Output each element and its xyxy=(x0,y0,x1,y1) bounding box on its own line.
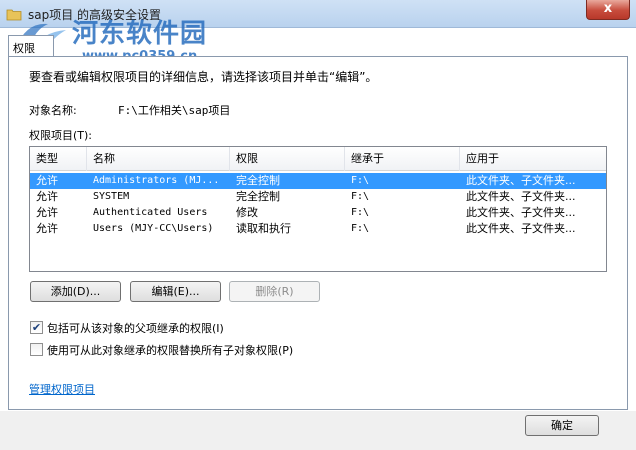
tab-permissions[interactable]: 权限 xyxy=(8,35,54,57)
row-permission: 读取和执行 xyxy=(236,222,291,235)
close-button[interactable]: x xyxy=(586,0,630,20)
permissions-header: 类型 名称 权限 继承于 应用于 xyxy=(30,147,606,171)
row-inherited-from: F:\ xyxy=(351,191,370,202)
tab-label: 权限 xyxy=(13,42,35,55)
row-name: Users (MJY-CC\Users) xyxy=(93,223,214,234)
row-permission: 完全控制 xyxy=(236,190,280,203)
row-inherited-from: F:\ xyxy=(351,207,370,218)
remove-button[interactable]: 删除(R) xyxy=(229,281,320,302)
row-applies-to: 此文件夹、子文件夹... xyxy=(466,190,576,203)
add-button[interactable]: 添加(D)... xyxy=(30,281,121,302)
column-header-permission[interactable]: 权限 xyxy=(230,147,345,171)
include-inheritable-checkbox[interactable]: ✔ xyxy=(30,321,43,334)
replace-child-label[interactable]: 使用可从此对象继承的权限替换所有子对象权限(P) xyxy=(47,342,293,358)
ok-button[interactable]: 确定 xyxy=(525,415,599,436)
description-text: 要查看或编辑权限项目的详细信息，请选择该项目并单击“编辑”。 xyxy=(29,70,378,84)
include-inheritable-label[interactable]: 包括可从该对象的父项继承的权限(I) xyxy=(47,320,224,336)
column-header-name[interactable]: 名称 xyxy=(87,147,230,171)
permissions-list[interactable]: 类型 名称 权限 继承于 应用于 允许 Administrators (MJ..… xyxy=(29,146,607,272)
row-inherited-from: F:\ xyxy=(351,223,370,234)
permission-row[interactable]: 允许 Authenticated Users 修改 F:\ 此文件夹、子文件夹.… xyxy=(30,205,606,221)
row-type: 允许 xyxy=(36,190,58,203)
edit-button[interactable]: 编辑(E)... xyxy=(130,281,221,302)
permissions-label: 权限项目(T): xyxy=(29,129,93,142)
row-name: SYSTEM xyxy=(93,191,130,202)
row-applies-to: 此文件夹、子文件夹... xyxy=(466,206,576,219)
row-permission: 修改 xyxy=(236,206,258,219)
manage-permissions-link[interactable]: 管理权限项目 xyxy=(29,381,95,397)
row-permission: 完全控制 xyxy=(236,174,280,187)
column-header-inherited-from[interactable]: 继承于 xyxy=(345,147,460,171)
row-applies-to: 此文件夹、子文件夹... xyxy=(466,222,576,235)
replace-child-checkbox[interactable] xyxy=(30,343,43,356)
dialog-footer: 确定 xyxy=(0,411,636,450)
row-applies-to: 此文件夹、子文件夹... xyxy=(466,174,576,187)
row-type: 允许 xyxy=(36,222,58,235)
row-name: Authenticated Users xyxy=(93,207,208,218)
object-name-value: F:\工作相关\sap项目 xyxy=(118,104,231,117)
watermark-title: 河东软件园 xyxy=(72,19,208,49)
row-type: 允许 xyxy=(36,206,58,219)
permission-row[interactable]: 允许 Users (MJY-CC\Users) 读取和执行 F:\ 此文件夹、子… xyxy=(30,221,606,237)
column-header-applies-to[interactable]: 应用于 xyxy=(460,147,606,171)
column-header-type[interactable]: 类型 xyxy=(30,147,87,171)
permission-row[interactable]: 允许 Administrators (MJ... 完全控制 F:\ 此文件夹、子… xyxy=(30,173,606,189)
permission-row[interactable]: 允许 SYSTEM 完全控制 F:\ 此文件夹、子文件夹... xyxy=(30,189,606,205)
row-name: Administrators (MJ... xyxy=(93,175,220,186)
row-type: 允许 xyxy=(36,174,58,187)
row-inherited-from: F:\ xyxy=(351,175,370,186)
object-name-label: 对象名称: xyxy=(29,104,77,117)
